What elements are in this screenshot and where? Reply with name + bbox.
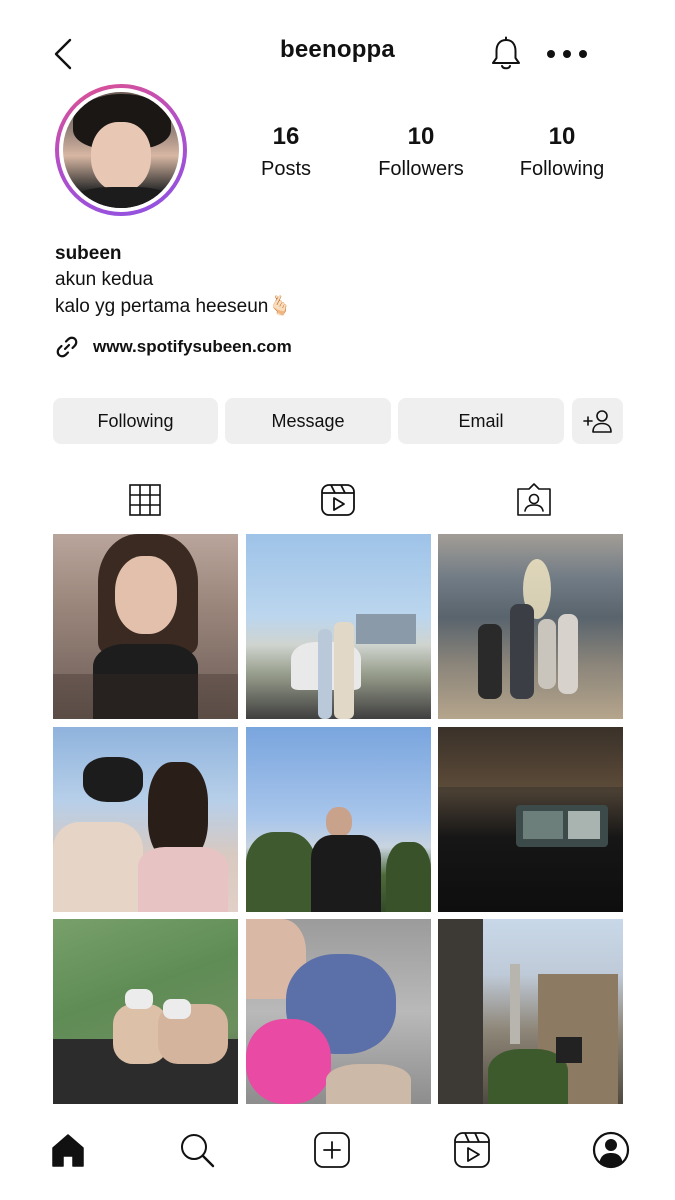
tagged-icon (517, 483, 551, 516)
posts-grid (53, 534, 623, 1104)
profile-link[interactable]: www.spotifysubeen.com (55, 333, 292, 361)
following-label: Following (519, 158, 605, 180)
posts-label: Posts (260, 158, 312, 180)
bottom-navigation (0, 1120, 675, 1180)
add-user-icon (582, 410, 612, 433)
email-button[interactable]: Email (398, 398, 564, 444)
post-thumbnail[interactable] (245, 919, 431, 1104)
bio-line: akun kedua (55, 269, 154, 290)
followers-label: Followers (378, 158, 464, 180)
nav-reels[interactable] (452, 1130, 492, 1170)
posts-stat[interactable]: 16 Posts (236, 123, 336, 181)
profile-icon (592, 1131, 630, 1169)
more-horizontal-icon (547, 50, 587, 58)
bell-icon (492, 36, 520, 70)
avatar (63, 92, 179, 208)
nav-home[interactable] (48, 1130, 88, 1170)
reels-icon (454, 1132, 490, 1168)
following-button[interactable]: Following (53, 398, 218, 444)
profile-avatar-story-ring[interactable] (55, 84, 187, 216)
post-thumbnail[interactable] (53, 534, 238, 719)
tab-posts-grid[interactable] (125, 482, 165, 518)
post-thumbnail[interactable] (53, 726, 238, 912)
bio-line: kalo yg pertama heeseun🫰🏻 (55, 296, 293, 317)
create-icon (314, 1132, 350, 1168)
post-thumbnail[interactable] (438, 919, 623, 1104)
nav-profile[interactable] (591, 1130, 631, 1170)
following-stat[interactable]: 10 Following (502, 123, 622, 181)
suggested-users-button[interactable] (572, 398, 623, 444)
notifications-button[interactable] (488, 36, 524, 72)
message-button[interactable]: Message (225, 398, 391, 444)
tab-reels[interactable] (318, 482, 358, 518)
post-thumbnail[interactable] (438, 534, 623, 719)
following-count: 10 (548, 123, 576, 150)
post-thumbnail[interactable] (53, 919, 238, 1104)
post-thumbnail[interactable] (245, 534, 431, 719)
profile-bio: subeen akun kedua kalo yg pertama heeseu… (55, 242, 615, 320)
post-thumbnail[interactable] (245, 726, 431, 912)
followers-count: 10 (407, 123, 435, 150)
followers-stat[interactable]: 10 Followers (360, 123, 482, 181)
nav-search[interactable] (177, 1130, 217, 1170)
reels-icon (321, 484, 355, 516)
profile-link-text: www.spotifysubeen.com (93, 337, 292, 356)
post-thumbnail[interactable] (438, 726, 623, 912)
display-name: subeen (55, 243, 122, 264)
link-icon (56, 336, 78, 358)
search-icon (181, 1134, 215, 1168)
posts-count: 16 (272, 123, 300, 150)
tab-tagged[interactable] (514, 482, 554, 518)
grid-icon (129, 484, 161, 516)
more-options-button[interactable] (544, 44, 590, 64)
nav-create[interactable] (312, 1130, 352, 1170)
home-icon (52, 1134, 84, 1167)
